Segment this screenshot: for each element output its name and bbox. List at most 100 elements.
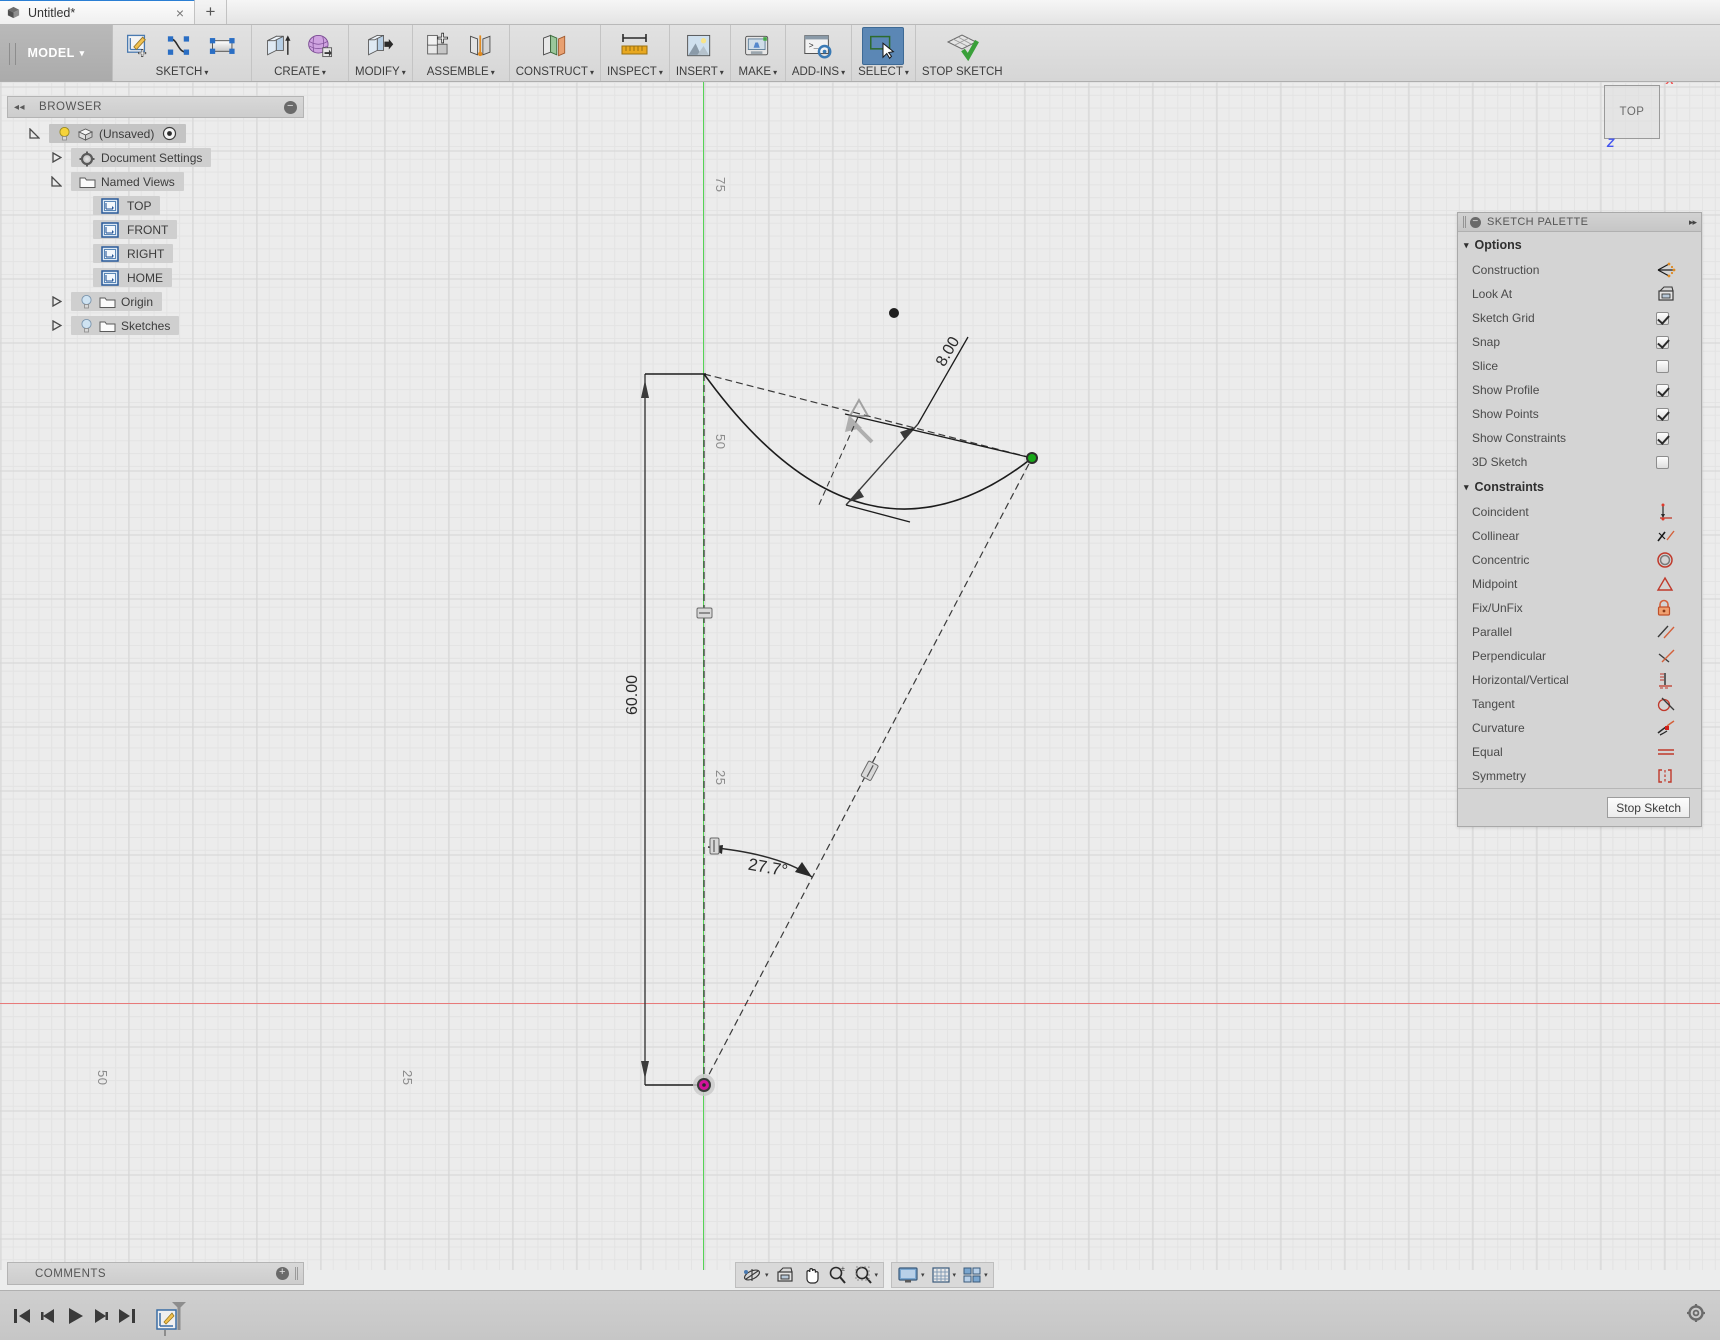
- view-cube[interactable]: TOP Y -X Z: [1580, 82, 1700, 160]
- pan-icon[interactable]: [798, 1264, 824, 1286]
- constraint-concentric[interactable]: Concentric: [1458, 548, 1701, 572]
- bulb-icon-off[interactable]: [79, 318, 94, 333]
- twisty-expanded-icon[interactable]: [51, 176, 71, 187]
- option-show-constraints[interactable]: Show Constraints: [1458, 426, 1701, 450]
- horizontal-vertical-icon[interactable]: [1656, 671, 1701, 689]
- play-icon[interactable]: [62, 1303, 88, 1329]
- fix-unfix-icon[interactable]: [1656, 599, 1701, 617]
- constraint-curvature[interactable]: Curvature: [1458, 716, 1701, 740]
- toolbar-group-label[interactable]: SELECT ▾: [858, 66, 909, 78]
- option-show-points[interactable]: Show Points: [1458, 402, 1701, 426]
- constraint-collinear[interactable]: Collinear: [1458, 524, 1701, 548]
- tree-node-chip[interactable]: FRONT: [93, 220, 178, 239]
- browser-header[interactable]: ◂◂ BROWSER −: [7, 96, 304, 118]
- tree-node-chip[interactable]: (Unsaved): [49, 124, 187, 143]
- tree-node-chip[interactable]: TOP: [93, 196, 161, 215]
- constraint-midpoint[interactable]: Midpoint: [1458, 572, 1701, 596]
- option-slice[interactable]: Slice: [1458, 354, 1701, 378]
- midpoint-icon[interactable]: [1656, 576, 1701, 592]
- chevron-down-icon[interactable]: ▾: [953, 1271, 957, 1279]
- linear-dimension-8[interactable]: 8.00: [844, 334, 1033, 523]
- tree-node-chip[interactable]: HOME: [93, 268, 172, 287]
- viewports-icon[interactable]: ▾: [959, 1264, 991, 1286]
- tree-node-chip[interactable]: RIGHT: [93, 244, 174, 263]
- option-control[interactable]: [1656, 262, 1701, 278]
- constraint-fix-unfix[interactable]: Fix/UnFix: [1458, 596, 1701, 620]
- toolbar-group-label[interactable]: STOP SKETCH: [922, 66, 1003, 78]
- tree-node-document-settings[interactable]: Document Settings: [7, 147, 304, 168]
- option-control[interactable]: [1656, 431, 1701, 445]
- tree-node-front[interactable]: FRONT: [7, 219, 304, 240]
- chevron-down-icon[interactable]: ▾: [659, 68, 663, 77]
- display-settings-icon[interactable]: ▾: [894, 1264, 928, 1286]
- construction-icon[interactable]: [1656, 262, 1676, 278]
- close-icon[interactable]: ×: [172, 5, 188, 21]
- option-control[interactable]: [1656, 359, 1701, 373]
- toolbar-group-label[interactable]: MODIFY ▾: [355, 66, 406, 78]
- zoom-icon[interactable]: ±: [824, 1264, 850, 1286]
- sketch-point[interactable]: [889, 308, 899, 318]
- tree-node-chip[interactable]: Named Views: [71, 172, 184, 191]
- checkbox-sketch-grid[interactable]: [1656, 311, 1669, 325]
- tree-node-chip[interactable]: Origin: [71, 292, 163, 311]
- insert-image-icon[interactable]: [679, 27, 721, 65]
- look-at-icon[interactable]: [772, 1264, 798, 1286]
- toolbar-group-label[interactable]: INSERT ▾: [676, 66, 724, 78]
- comments-panel[interactable]: COMMENTS +: [7, 1262, 304, 1285]
- add-comment-icon[interactable]: +: [276, 1267, 289, 1280]
- equal-icon[interactable]: [1656, 746, 1701, 758]
- spline-icon[interactable]: [161, 27, 203, 65]
- tree-node-named-views[interactable]: Named Views: [7, 171, 304, 192]
- option-look-at[interactable]: Look At: [1458, 282, 1701, 306]
- new-component-icon[interactable]: [419, 27, 461, 65]
- bulb-icon[interactable]: [57, 126, 72, 141]
- joint-icon[interactable]: [461, 27, 503, 65]
- chevron-down-icon[interactable]: ▾: [402, 68, 406, 77]
- chevron-down-icon[interactable]: ▾: [491, 68, 495, 77]
- chevron-down-icon[interactable]: ▾: [322, 68, 326, 77]
- option-control[interactable]: [1656, 407, 1701, 421]
- option-control[interactable]: [1656, 286, 1701, 302]
- perpendicular-icon[interactable]: [1656, 648, 1701, 664]
- chevron-down-icon[interactable]: ▾: [773, 68, 777, 77]
- twisty-collapsed-icon[interactable]: [51, 320, 71, 331]
- option-control[interactable]: [1656, 335, 1701, 349]
- tree-node-sketches[interactable]: Sketches: [7, 315, 304, 336]
- bulb-icon-off[interactable]: [79, 294, 94, 309]
- expand-icon[interactable]: ▸▸: [1689, 217, 1697, 228]
- stop-sketch-button[interactable]: Stop Sketch: [1607, 797, 1690, 818]
- 3d-print-icon[interactable]: [737, 27, 779, 65]
- constraint-horizontal-vertical[interactable]: Horizontal/Vertical: [1458, 668, 1701, 692]
- drag-handle[interactable]: [1463, 216, 1466, 228]
- chevron-down-icon[interactable]: ▾: [984, 1271, 988, 1279]
- chevron-down-icon[interactable]: ▾: [765, 1271, 769, 1279]
- parallel-icon[interactable]: [1656, 624, 1701, 640]
- vertical-constraint-glyph-upper[interactable]: [696, 607, 713, 619]
- view-cube-face[interactable]: TOP: [1604, 85, 1660, 139]
- collapse-icon[interactable]: ◂◂: [14, 102, 25, 113]
- tree-node-right[interactable]: RIGHT: [7, 243, 304, 264]
- twisty-collapsed-icon[interactable]: [51, 296, 71, 307]
- create-sketch-icon[interactable]: [119, 27, 161, 65]
- options-section-header[interactable]: ▾ Options: [1458, 232, 1701, 258]
- chevron-down-icon[interactable]: ▾: [905, 68, 909, 77]
- option-control[interactable]: [1656, 311, 1701, 325]
- zoom-window-icon[interactable]: ▾: [850, 1264, 882, 1286]
- tree-node-origin[interactable]: Origin: [7, 291, 304, 312]
- visibility-icon[interactable]: [162, 126, 177, 141]
- vertical-constraint-glyph-lower[interactable]: [709, 837, 720, 855]
- parallel-constraint-glyph[interactable]: [860, 760, 879, 781]
- gear-icon[interactable]: [1686, 1303, 1706, 1323]
- press-pull-icon[interactable]: [359, 27, 401, 65]
- coincident-icon[interactable]: [1656, 503, 1701, 521]
- go-to-end-icon[interactable]: [114, 1303, 140, 1329]
- rectangle-icon[interactable]: [203, 27, 245, 65]
- document-tab[interactable]: Untitled* ×: [0, 0, 195, 24]
- toolbar-group-label[interactable]: CREATE ▾: [274, 66, 326, 78]
- tree-node-home[interactable]: HOME: [7, 267, 304, 288]
- go-to-beginning-icon[interactable]: [10, 1303, 36, 1329]
- orbit-icon[interactable]: ▾: [738, 1264, 772, 1286]
- toolbar-group-label[interactable]: SKETCH ▾: [156, 66, 209, 78]
- offset-plane-icon[interactable]: [534, 27, 576, 65]
- step-forward-icon[interactable]: [88, 1303, 114, 1329]
